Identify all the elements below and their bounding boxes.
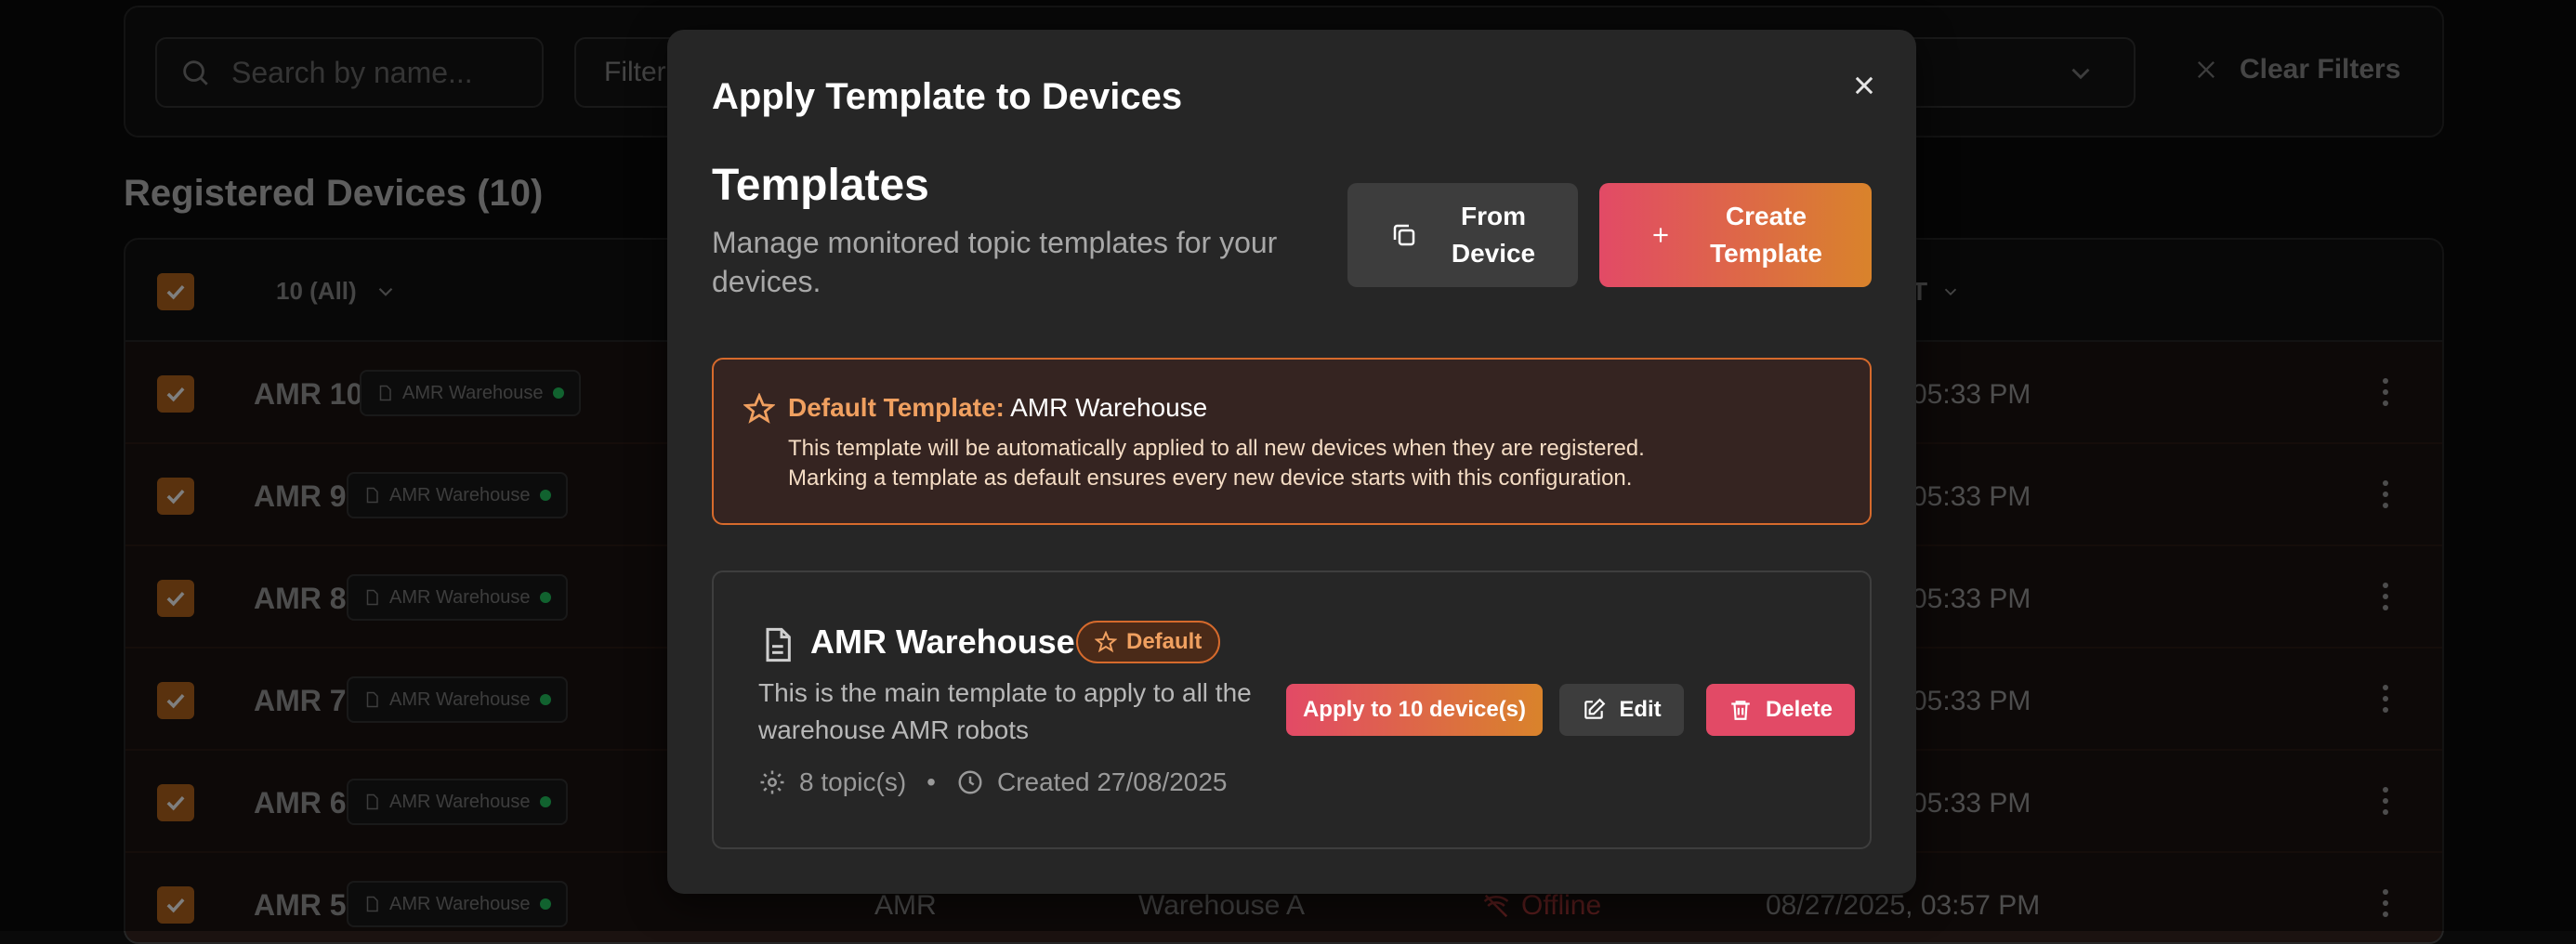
gear-icon	[760, 770, 784, 794]
create-template-button[interactable]: Create Template	[1599, 183, 1872, 287]
default-notice-line2: Marking a template as default ensures ev…	[788, 465, 1633, 491]
created-date: Created 27/08/2025	[996, 767, 1228, 796]
clock-icon	[958, 770, 982, 794]
close-button[interactable]	[1842, 63, 1886, 108]
document-icon	[766, 627, 791, 662]
edit-label: Edit	[1619, 697, 1662, 722]
copy-icon	[1393, 224, 1415, 246]
create-template-label-line2: Template	[1710, 239, 1822, 268]
edit-icon	[1584, 698, 1606, 719]
default-template-notice: Default Template: AMR Warehouse This tem…	[712, 358, 1872, 525]
template-description: This is the main template to apply to al…	[758, 678, 1252, 744]
default-badge: Default	[1076, 621, 1221, 663]
create-template-label: Create Template	[1710, 198, 1822, 272]
plus-icon	[1653, 228, 1668, 243]
templates-description: Manage monitored topic templates for you…	[712, 226, 1278, 298]
trash-icon	[1731, 701, 1750, 720]
delete-button[interactable]: Delete	[1706, 684, 1855, 736]
from-device-label-line1: From	[1460, 202, 1526, 230]
from-device-button[interactable]: From Device	[1347, 183, 1578, 287]
edit-button[interactable]: Edit	[1559, 684, 1684, 736]
close-icon	[1855, 76, 1873, 95]
default-template-value: AMR Warehouse	[1010, 393, 1208, 422]
template-card: AMR Warehouse Default This is the main t…	[712, 570, 1872, 849]
create-template-label-line1: Create	[1725, 202, 1807, 230]
apply-button[interactable]: Apply to 10 device(s)	[1286, 684, 1543, 736]
default-template-heading: Default Template: AMR Warehouse	[788, 393, 1207, 423]
apply-template-modal: Apply Template to Devices Templates Mana…	[667, 30, 1916, 894]
template-name: AMR Warehouse	[810, 623, 1075, 661]
from-device-label: From Device	[1452, 198, 1535, 272]
default-notice-line1: This template will be automatically appl…	[788, 436, 1645, 461]
meta-separator: •	[927, 767, 936, 796]
default-template-label: Default Template:	[788, 393, 1005, 422]
delete-label: Delete	[1765, 697, 1833, 722]
default-badge-label: Default	[1126, 629, 1203, 654]
modal-title: Apply Template to Devices	[712, 76, 1183, 117]
templates-heading: Templates	[712, 161, 929, 210]
topics-count: 8 topic(s)	[799, 767, 907, 796]
star-icon	[743, 393, 775, 424]
star-icon	[1095, 631, 1117, 653]
from-device-label-line2: Device	[1451, 239, 1536, 268]
template-meta: 8 topic(s) • Created 27/08/2025	[758, 767, 1228, 797]
